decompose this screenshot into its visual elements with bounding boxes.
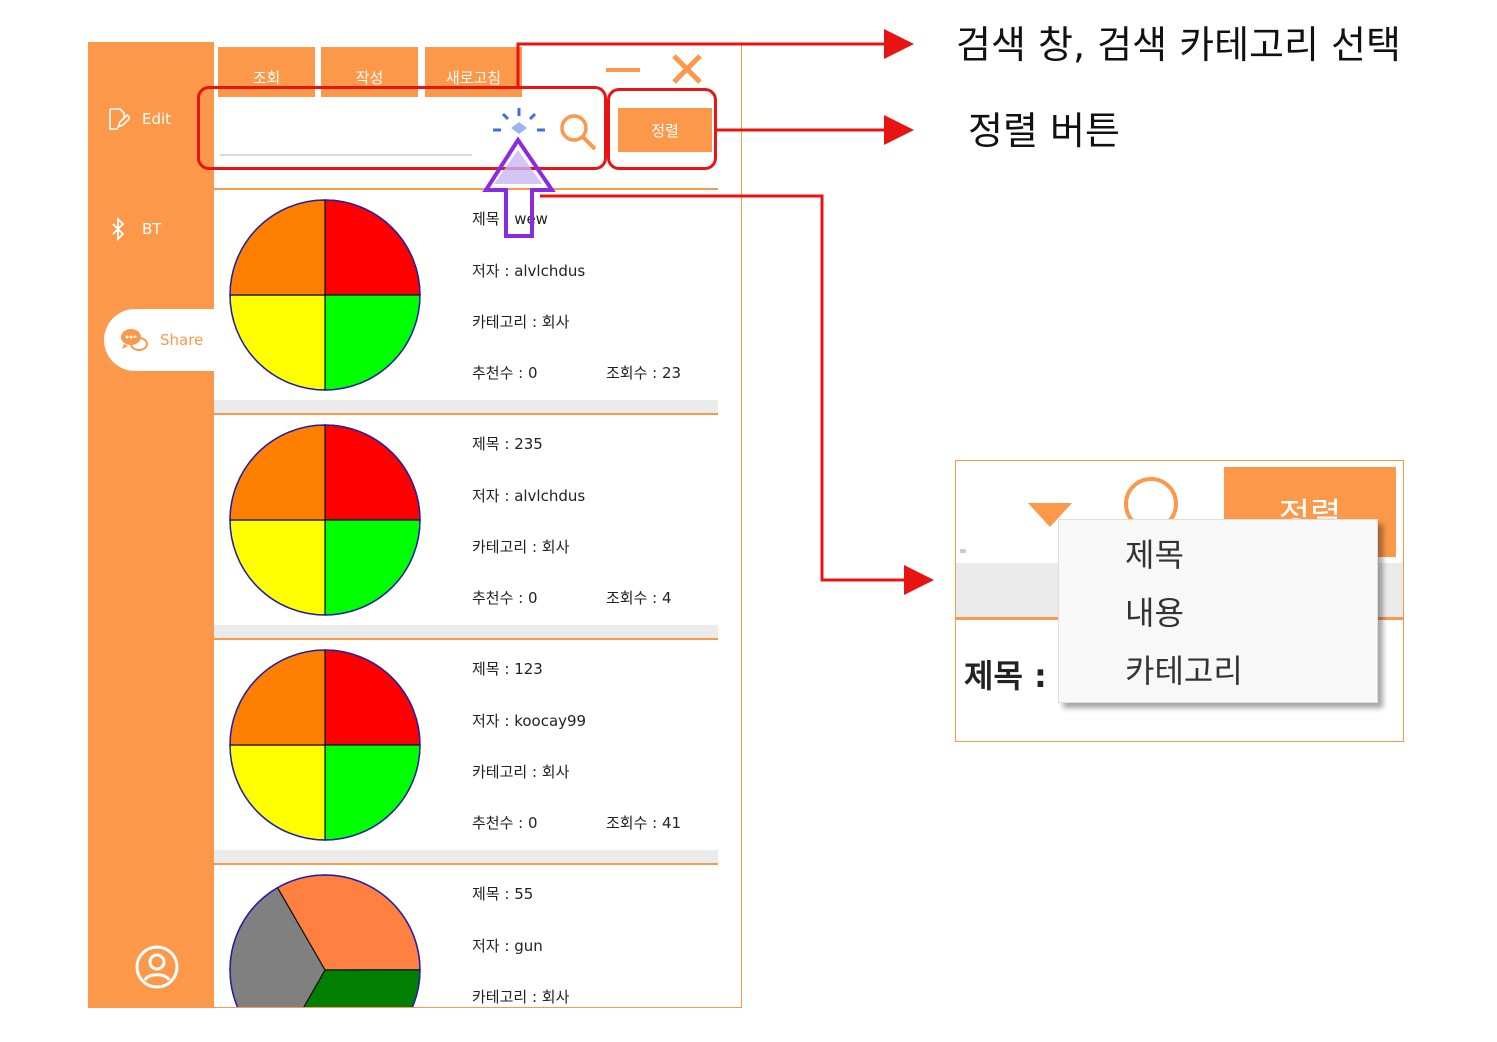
dropdown-zoom-inset: 정렬 제목 : 제목 내용 카테고리	[955, 460, 1404, 742]
pie-slice	[229, 199, 326, 296]
list-gap	[214, 625, 718, 638]
search-annotation-label: 검색 창, 검색 카테고리 선택	[956, 23, 1401, 67]
pie-slice	[229, 294, 326, 391]
sort-annotation-label: 정렬 버튼	[968, 109, 1120, 153]
bluetooth-icon	[106, 217, 130, 241]
search-highlight-box	[197, 86, 607, 170]
post-category: 카테고리 : 회사	[472, 763, 570, 781]
list-gap	[214, 850, 718, 863]
post-card[interactable]: 제목 : 55 저자 : gun 카테고리 : 회사	[214, 863, 718, 1007]
post-title: 제목 : 55	[472, 885, 534, 903]
sidebar-item-label: BT	[142, 220, 162, 238]
main-panel: 조회 작성 새로고침 정렬 제목 : wew 저자 : alvlchdus 카테고리…	[214, 42, 742, 1008]
pie-slice	[324, 519, 421, 616]
post-author: 저자 : gun	[472, 937, 543, 955]
post-author: 저자 : alvlchdus	[472, 487, 586, 505]
dropdown-option-category[interactable]: 카테고리	[1125, 646, 1243, 692]
post-author: 저자 : koocay99	[472, 712, 587, 730]
post-pie-chart	[229, 424, 421, 616]
user-icon[interactable]	[134, 944, 180, 990]
post-category: 카테고리 : 회사	[472, 313, 570, 331]
post-pie-chart	[229, 649, 421, 841]
post-title: 제목 : 235	[472, 435, 543, 453]
sort-highlight-box	[607, 88, 717, 170]
minimize-icon[interactable]	[606, 68, 640, 72]
pie-slice	[229, 744, 326, 841]
pie-slice	[324, 199, 421, 296]
pie-slice	[324, 744, 421, 841]
post-title: 제목 : 123	[472, 660, 543, 678]
post-card[interactable]: 제목 : wew 저자 : alvlchdus 카테고리 : 회사추천수 : 0 조회…	[214, 188, 718, 400]
list-gap	[214, 400, 718, 413]
app-window: Edit BT Share 조회 작성 새로고침 정렬 제목: wew 저자 …	[88, 42, 742, 1008]
post-category: 카테고리 : 회사	[472, 538, 570, 556]
search-line-fragment	[960, 549, 966, 553]
post-category: 카테고리 : 회사	[472, 988, 570, 1006]
pie-slice	[324, 294, 421, 391]
post-likes: 추천수 : 0	[472, 814, 538, 832]
sidebar-item-bt[interactable]: BT	[106, 214, 161, 244]
sidebar-item-label: Share	[160, 331, 204, 349]
sidebar-item-edit[interactable]: Edit	[106, 104, 171, 134]
search-category-dropdown: 제목 내용 카테고리	[1058, 519, 1378, 703]
post-likes: 추천수 : 0	[472, 364, 538, 382]
sidebar-item-share[interactable]: Share	[104, 309, 216, 371]
post-views: 조회수 : 23	[606, 364, 682, 382]
post-title: 제목 : wew	[472, 210, 548, 228]
post-author: 저자 : alvlchdus	[472, 262, 586, 280]
post-views: 조회수 : 4	[606, 589, 672, 607]
post-card[interactable]: 제목 : 123 저자 : koocay99 카테고리 : 회사추천수 : 0 조회수…	[214, 638, 718, 850]
post-views: 조회수 : 41	[606, 814, 682, 832]
dropdown-option-content[interactable]: 내용	[1125, 588, 1184, 634]
edit-icon	[106, 107, 130, 131]
sidebar-item-label: Edit	[142, 110, 172, 128]
post-likes: 추천수 : 0	[472, 589, 538, 607]
close-icon[interactable]	[670, 52, 704, 86]
post-card[interactable]: 제목 : 235 저자 : alvlchdus 카테고리 : 회사추천수 : 0 조회…	[214, 413, 718, 625]
pie-slice	[229, 519, 326, 616]
dropdown-option-title[interactable]: 제목	[1125, 530, 1184, 576]
post-pie-chart	[229, 199, 421, 391]
pie-slice	[229, 649, 326, 746]
chat-bubbles-icon	[120, 326, 148, 354]
pie-slice	[324, 649, 421, 746]
pie-slice	[324, 424, 421, 521]
post-pie-chart	[229, 874, 421, 1007]
sidebar: Edit BT Share	[88, 42, 216, 1008]
pie-slice	[229, 424, 326, 521]
post-title-fragment: 제목 :	[964, 657, 1047, 695]
